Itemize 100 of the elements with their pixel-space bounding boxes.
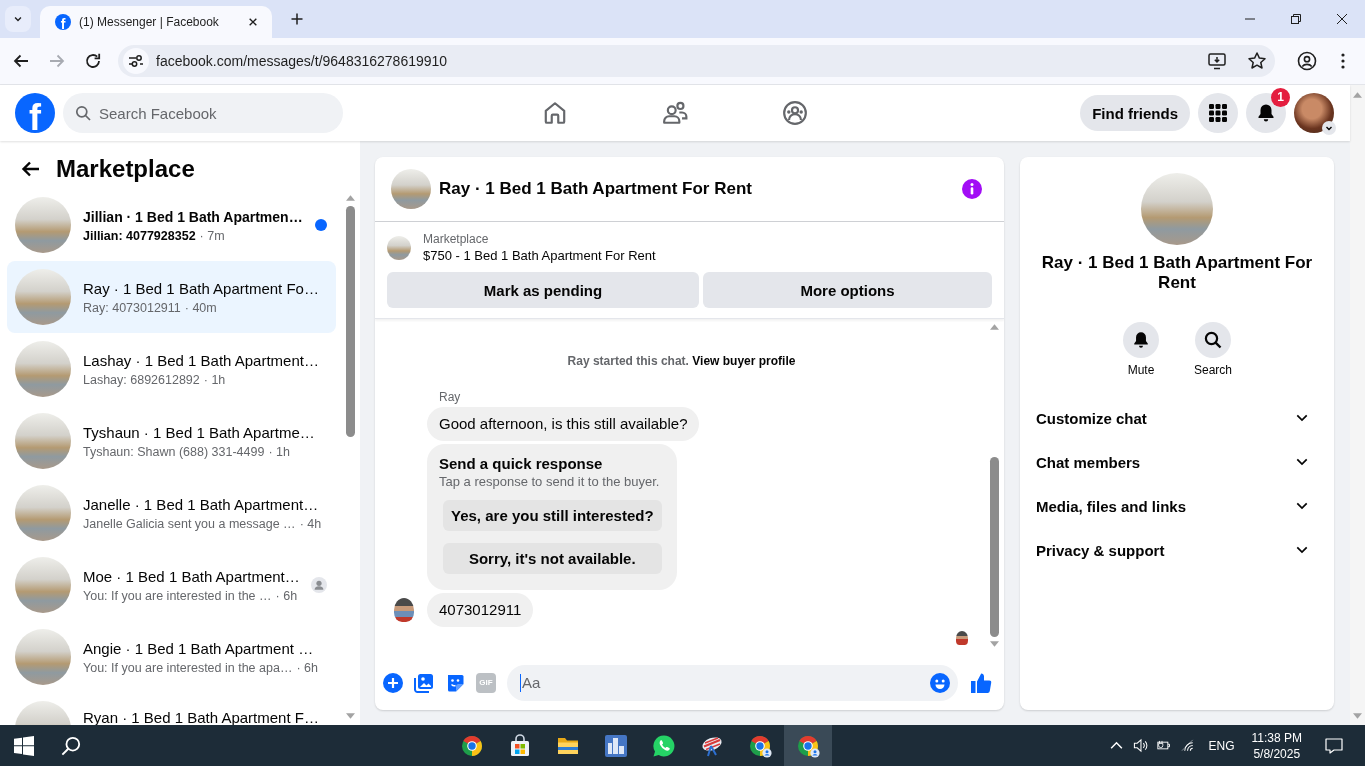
details-section[interactable]: Customize chat (1028, 396, 1326, 440)
conversation-name: Ray · 1 Bed 1 Bath Apartment For Rent (1040, 253, 1314, 293)
listing-source: Marketplace (423, 231, 490, 247)
address-bar[interactable]: facebook.com/messages/t/9648316278619910 (118, 45, 1275, 77)
chat-start-notice: Ray started this chat. View buyer profile (566, 353, 797, 369)
conversation-title: Janelle · 1 Bed 1 Bath Apartment… (83, 494, 320, 515)
info-icon[interactable] (962, 179, 982, 199)
details-section[interactable]: Privacy & support (1028, 528, 1326, 572)
search-field[interactable]: Search Facebook (63, 93, 343, 133)
menu-icon[interactable] (1341, 53, 1345, 69)
buyer-profile-link[interactable]: View buyer profile (692, 354, 796, 368)
message-preview: Janelle Galicia sent you a message … (83, 515, 296, 532)
close-window-icon[interactable] (1337, 14, 1347, 24)
chevron-down-icon[interactable] (1322, 121, 1336, 135)
conversation-item[interactable]: Moe · 1 Bed 1 Bath Apartment… You: If you are interested in the … · 6h (7, 549, 336, 621)
close-icon[interactable] (248, 17, 258, 27)
windows-logo-icon[interactable] (13, 735, 34, 756)
message-preview: Ray: 4073012911 (83, 299, 181, 316)
phone-bubble-icon[interactable] (652, 733, 676, 758)
plus-icon[interactable] (291, 13, 303, 25)
site-settings-icon[interactable] (123, 48, 149, 74)
scrollbar-thumb[interactable] (345, 206, 355, 437)
browser-icon[interactable] (460, 733, 484, 758)
star-icon[interactable] (1247, 51, 1267, 71)
people-icon[interactable] (662, 100, 688, 126)
chat-title: Ray · 1 Bed 1 Bath Apartment For Rent (439, 179, 752, 199)
search-icon[interactable] (60, 735, 81, 756)
conversation-item[interactable]: Lashay · 1 Bed 1 Bath Apartment… Lashay: 6892612892 · 1h (7, 333, 336, 405)
listing-photo (391, 169, 431, 209)
conversation-item[interactable]: Jillian · 1 Bed 1 Bath Apartmen… Jillian: 4077928352 · 7m (7, 189, 336, 261)
message-bubble: Good afternoon, is this still available? (427, 407, 700, 441)
group-icon[interactable] (782, 100, 808, 126)
action-label: Search (1194, 362, 1232, 378)
thumbs-up-icon[interactable] (970, 671, 992, 694)
quick-response-title: Send a quick response (439, 454, 604, 474)
mute-button[interactable] (1123, 322, 1159, 358)
quick-response-button[interactable]: Sorry, it's not available. (443, 543, 662, 574)
conversation-title: Tyshaun · 1 Bed 1 Bath Apartme… (83, 422, 316, 443)
speaker-icon[interactable] (1132, 738, 1148, 753)
restore-icon[interactable] (1291, 14, 1301, 24)
message-preview: You: If you are interested in the … (83, 587, 272, 604)
conversation-item[interactable]: Janelle · 1 Bed 1 Bath Apartment… Janelle Galicia sent you a message … · 4h (7, 477, 336, 549)
clock[interactable]: 11:38 PM 5/8/2025 (1251, 729, 1302, 762)
listing-photo (15, 629, 71, 685)
find-friends-button[interactable]: Find friends (1080, 95, 1190, 131)
listing-action-button[interactable]: More options (703, 272, 992, 308)
message-time: · 6h (275, 587, 298, 604)
search-input[interactable]: Search Facebook (99, 104, 319, 122)
details-section[interactable]: Media, files and links (1028, 484, 1326, 528)
back-arrow-icon[interactable] (21, 159, 41, 179)
conversation-title: Angie · 1 Bed 1 Bath Apartment … (83, 638, 315, 659)
notification-icon[interactable] (1325, 737, 1343, 754)
action-label: Mute (1127, 362, 1155, 378)
message-time: · 1h (268, 443, 290, 460)
message-time: · 7m (199, 227, 225, 244)
quick-response-button[interactable]: Yes, are you still interested? (443, 500, 662, 531)
details-section[interactable]: Chat members (1028, 440, 1326, 484)
message-input[interactable]: Aa (521, 674, 930, 691)
sender-name: Ray (439, 389, 461, 405)
site-logo: f (55, 14, 71, 30)
facebook-logo[interactable]: f (15, 93, 55, 133)
notifications-button[interactable] (1246, 93, 1286, 133)
conversation-item[interactable]: Angie · 1 Bed 1 Bath Apartment … You: If you are interested in the apa… · 6h (7, 621, 336, 693)
scrollbar-thumb[interactable] (989, 457, 999, 637)
conversation-title: Moe · 1 Bed 1 Bath Apartment… (83, 566, 299, 587)
search-button[interactable] (1195, 322, 1231, 358)
conversation-item[interactable]: Ray · 1 Bed 1 Bath Apartment Fo… Ray: 4073012911 · 40m (7, 261, 336, 333)
quick-response-hint: Tap a response to send it to the buyer. (439, 474, 661, 490)
message-bubble: 4073012911 (427, 593, 534, 627)
shopping-bag-icon[interactable] (508, 733, 532, 758)
message-time: · 1h (203, 371, 226, 388)
notification-badge: 1 (1271, 88, 1290, 107)
browser-tab[interactable]: f (1) Messenger | Facebook (40, 6, 272, 38)
profile-avatar[interactable] (1294, 93, 1334, 133)
home-icon[interactable] (542, 100, 568, 126)
bell-icon (1256, 103, 1276, 123)
message-preview: Lashay: 6892612892 (83, 371, 200, 388)
listing-action-button[interactable]: Mark as pending (387, 272, 699, 308)
image-icon[interactable] (414, 672, 434, 693)
wifi-icon[interactable] (1180, 738, 1196, 753)
emoji-icon[interactable] (930, 672, 950, 693)
menu-button[interactable] (1198, 93, 1238, 133)
profile-icon[interactable] (1297, 51, 1317, 71)
install-icon[interactable] (1207, 51, 1227, 71)
active-taskbar-button[interactable] (784, 725, 832, 766)
back-arrow-icon[interactable] (12, 52, 30, 70)
chart-tile-icon[interactable] (604, 733, 628, 758)
plus-icon[interactable] (383, 672, 403, 693)
message-time: · 40m (184, 299, 217, 316)
input-language[interactable]: ENG (1208, 738, 1235, 753)
sidebar-title: Marketplace (56, 155, 195, 183)
message-field[interactable]: Aa (507, 664, 958, 701)
message-preview: You: If you are interested in the apa… (83, 659, 293, 676)
listing-title: $750 - 1 Bed 1 Bath Apartment For Rent (423, 247, 656, 265)
reload-icon[interactable] (84, 52, 102, 70)
browser-profile-icon[interactable] (796, 733, 820, 758)
sticker-icon[interactable] (445, 672, 465, 693)
conversation-item[interactable]: Tyshaun · 1 Bed 1 Bath Apartme… Tyshaun: Shawn (688) 331-4499 · 1h (7, 405, 336, 477)
chevron-down-icon (13, 14, 23, 24)
browser-profile-icon[interactable] (748, 733, 772, 758)
